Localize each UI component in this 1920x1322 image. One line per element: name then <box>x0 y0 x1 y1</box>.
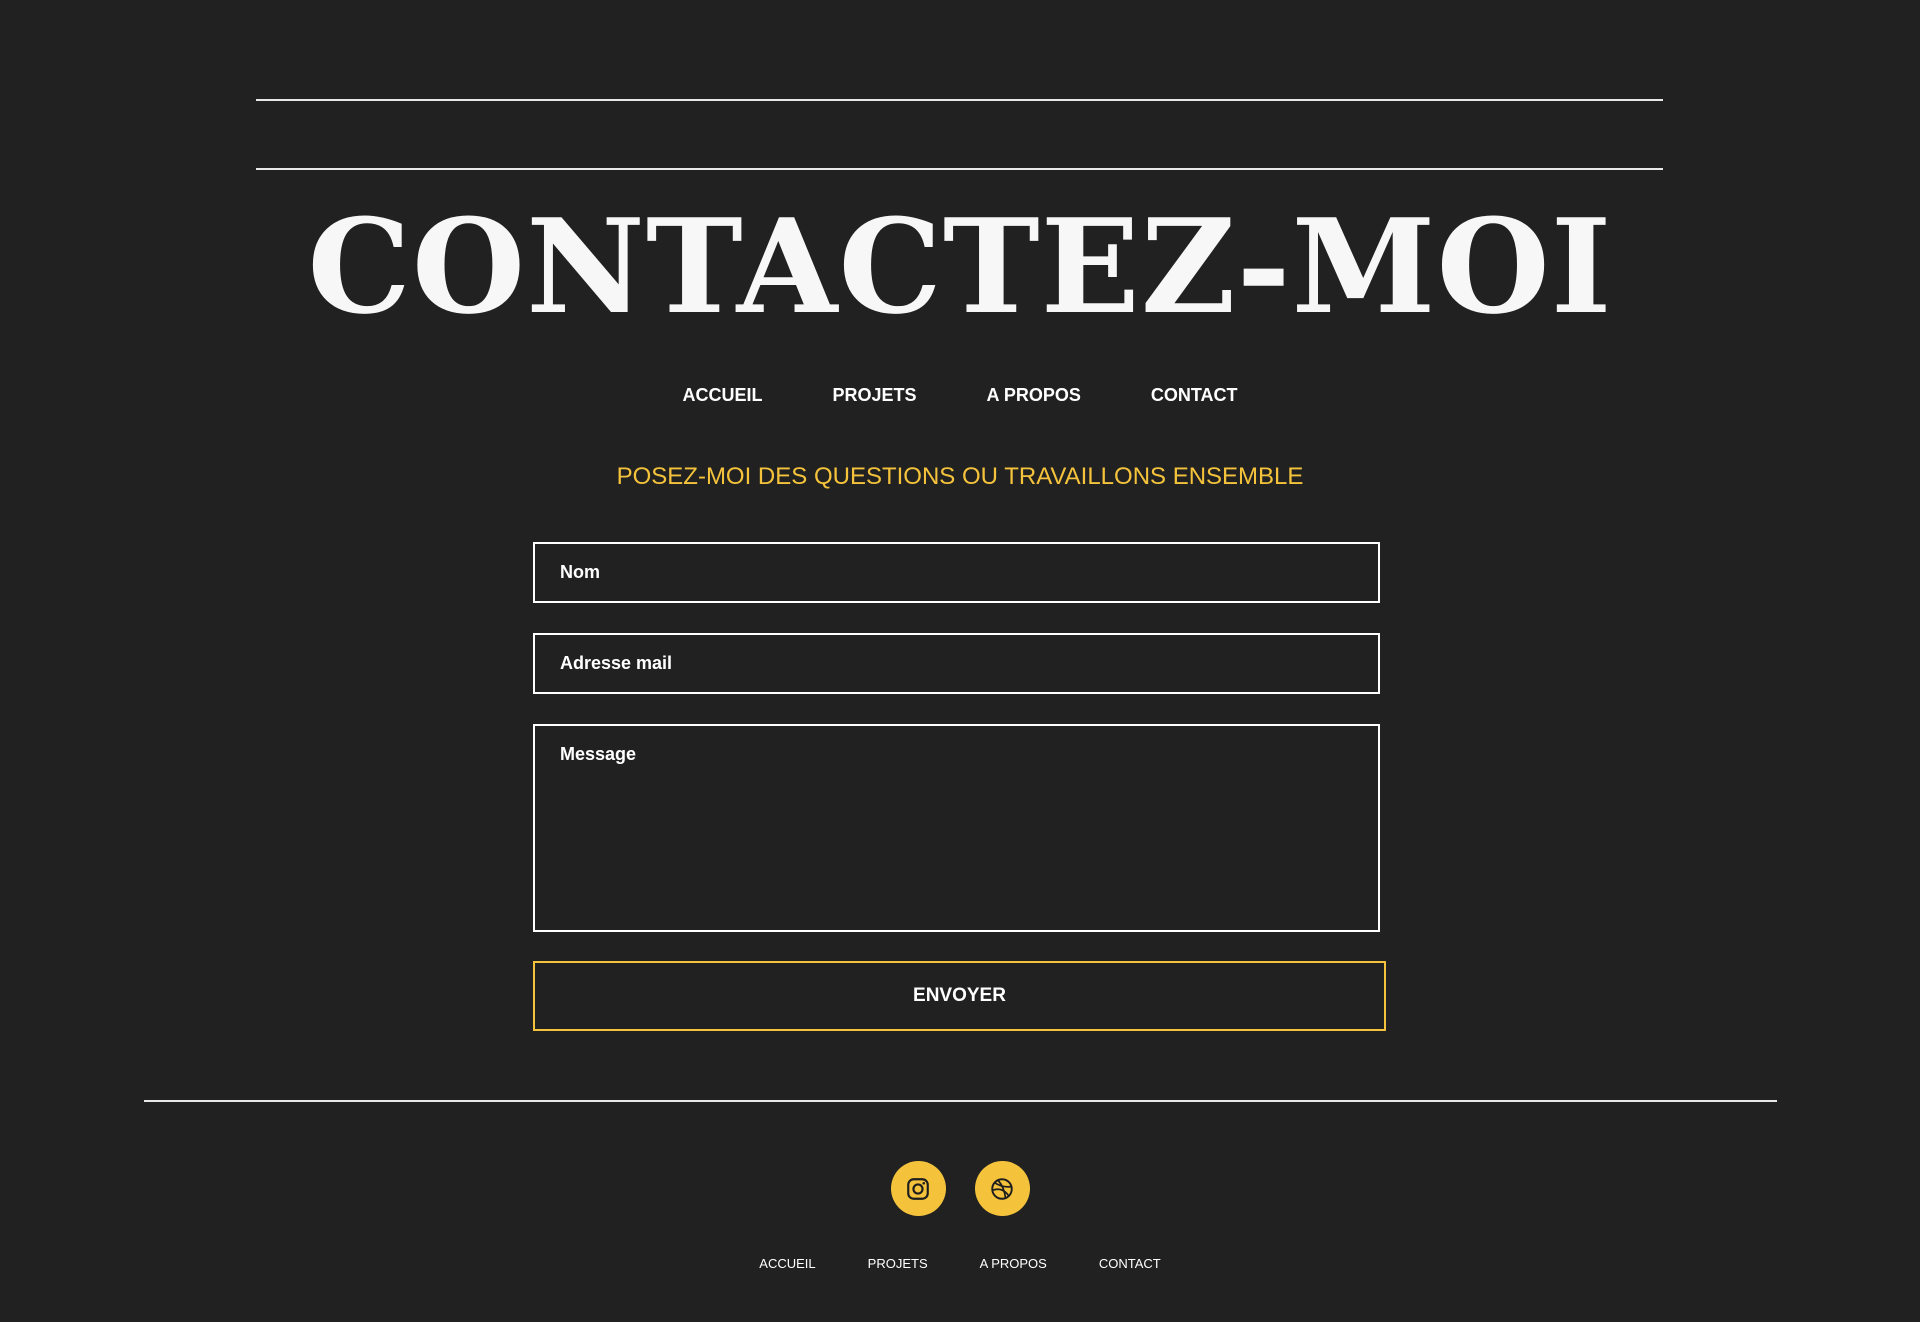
message-placeholder: Message <box>560 744 637 764</box>
contact-page: CONTACTEZ-MOI ACCUEIL PROJETS A PROPOS C… <box>0 0 1920 1322</box>
email-placeholder: Adresse mail <box>560 653 673 673</box>
nav-item-contact[interactable]: CONTACT <box>1116 383 1273 407</box>
email-field[interactable]: Adresse mail <box>533 633 1380 694</box>
footer-divider <box>144 1100 1777 1102</box>
nav-item-projets[interactable]: PROJETS <box>797 383 951 407</box>
name-field[interactable]: Nom <box>533 542 1380 603</box>
footer-item-contact[interactable]: CONTACT <box>1073 1256 1187 1272</box>
main-nav: ACCUEIL PROJETS A PROPOS CONTACT <box>0 383 1920 407</box>
dribbble-icon <box>991 1177 1013 1200</box>
footer-item-a-propos[interactable]: A PROPOS <box>954 1256 1073 1272</box>
top-divider-1 <box>256 99 1663 101</box>
footer-item-accueil[interactable]: ACCUEIL <box>733 1256 841 1272</box>
instagram-icon <box>907 1177 929 1200</box>
message-field[interactable]: Message <box>533 724 1380 932</box>
page-title: CONTACTEZ-MOI <box>307 190 1613 343</box>
social-links <box>0 1161 1920 1216</box>
nav-item-a-propos[interactable]: A PROPOS <box>952 383 1116 407</box>
footer-item-projets[interactable]: PROJETS <box>842 1256 954 1272</box>
footer-nav: ACCUEIL PROJETS A PROPOS CONTACT <box>0 1256 1920 1272</box>
form-subtitle: POSEZ-MOI DES QUESTIONS OU TRAVAILLONS E… <box>616 463 1304 490</box>
submit-button[interactable]: ENVOYER <box>533 961 1386 1031</box>
instagram-button[interactable] <box>890 1161 946 1216</box>
nav-item-accueil[interactable]: ACCUEIL <box>647 383 797 407</box>
dribbble-button[interactable] <box>974 1161 1030 1216</box>
name-placeholder: Nom <box>560 562 600 582</box>
top-divider-2 <box>256 168 1663 170</box>
